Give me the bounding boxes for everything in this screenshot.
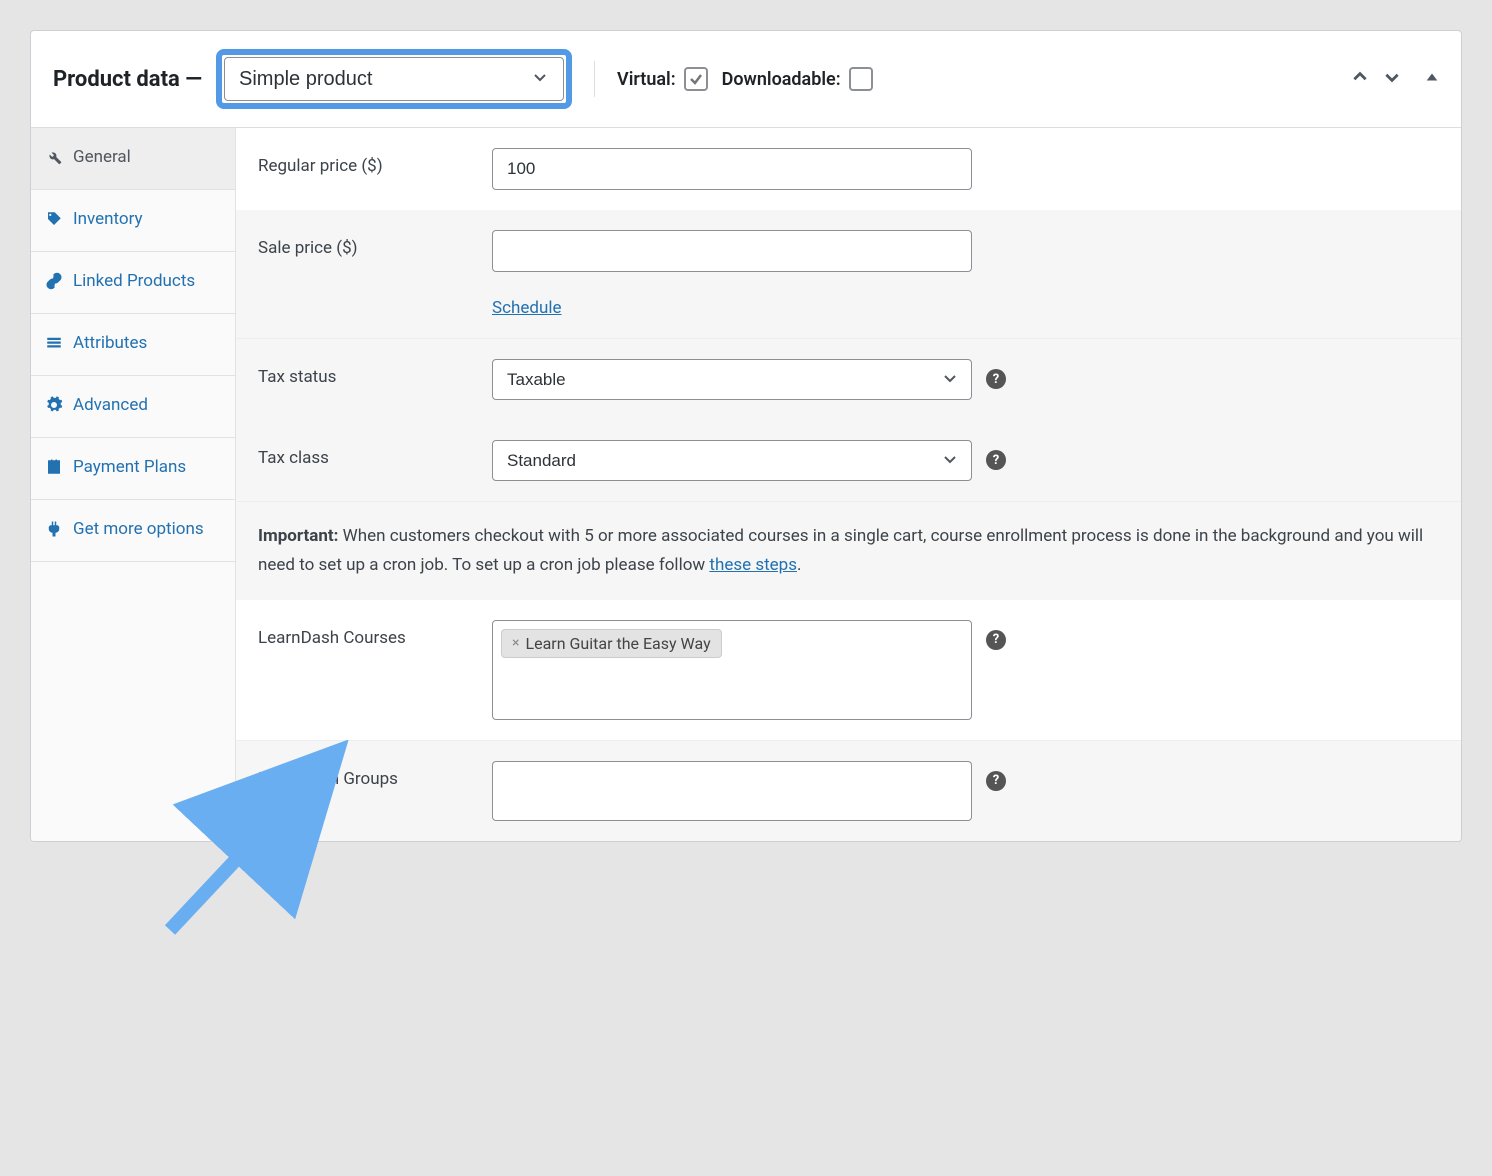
learndash-groups-input[interactable] [492, 761, 972, 821]
tag-icon [45, 210, 63, 233]
help-icon[interactable]: ? [986, 630, 1006, 650]
tax-class-select[interactable]: Standard [492, 440, 972, 481]
tax-class-label: Tax class [258, 440, 468, 468]
row-tax-status: Tax status Taxable ? [236, 338, 1461, 420]
row-tax-class: Tax class Standard ? [236, 420, 1461, 501]
tab-general[interactable]: General [31, 128, 235, 190]
tabs-sidebar: General Inventory Linked Products Attrib… [31, 128, 236, 841]
row-regular-price: Regular price ($) [236, 128, 1461, 210]
virtual-checkbox[interactable] [684, 67, 708, 91]
row-learndash-courses: LearnDash Courses × Learn Guitar the Eas… [236, 600, 1461, 740]
row-learndash-groups: LearnDash Groups ? [236, 740, 1461, 841]
row-sale-price: Sale price ($) Schedule [236, 210, 1461, 338]
help-icon[interactable]: ? [986, 450, 1006, 470]
panel-title: Product data — [53, 67, 202, 92]
tab-payment-plans[interactable]: Payment Plans [31, 438, 235, 500]
learndash-groups-label: LearnDash Groups [258, 761, 468, 789]
notice-text-2: . [797, 555, 801, 575]
schedule-link[interactable]: Schedule [492, 298, 561, 318]
tab-content: Regular price ($) Sale price ($) Schedul… [236, 128, 1461, 841]
notice-link[interactable]: these steps [709, 555, 797, 575]
product-type-select[interactable]: Simple product [224, 57, 564, 101]
move-up-icon[interactable] [1351, 68, 1369, 90]
sale-price-label: Sale price ($) [258, 230, 468, 258]
cron-notice: Important: When customers checkout with … [236, 501, 1461, 600]
tab-label: General [73, 146, 131, 168]
regular-price-label: Regular price ($) [258, 148, 468, 176]
course-tag: × Learn Guitar the Easy Way [501, 629, 722, 658]
tab-advanced[interactable]: Advanced [31, 376, 235, 438]
downloadable-label: Downloadable: [722, 69, 841, 90]
tax-status-select[interactable]: Taxable [492, 359, 972, 400]
tab-linked-products[interactable]: Linked Products [31, 252, 235, 314]
learndash-courses-label: LearnDash Courses [258, 620, 468, 648]
notice-bold: Important: [258, 526, 338, 546]
link-icon [45, 272, 63, 295]
list-icon [45, 334, 63, 357]
tag-label: Learn Guitar the Easy Way [525, 634, 710, 653]
regular-price-input[interactable] [492, 148, 972, 190]
product-type-highlight: Simple product [216, 49, 572, 109]
product-data-panel: Product data — Simple product Virtual: D… [30, 30, 1462, 842]
separator [594, 61, 595, 97]
help-icon[interactable]: ? [986, 771, 1006, 791]
wrench-icon [45, 148, 63, 171]
tab-label: Get more options [73, 518, 204, 540]
panel-handle-actions [1351, 68, 1439, 90]
remove-tag-icon[interactable]: × [512, 635, 519, 651]
panel-body: General Inventory Linked Products Attrib… [31, 128, 1461, 841]
notice-text-1: When customers checkout with 5 or more a… [258, 526, 1423, 575]
virtual-label: Virtual: [617, 69, 676, 90]
sale-price-input[interactable] [492, 230, 972, 272]
tax-status-label: Tax status [258, 359, 468, 387]
learndash-courses-input[interactable]: × Learn Guitar the Easy Way [492, 620, 972, 720]
tab-label: Attributes [73, 332, 147, 354]
downloadable-checkbox[interactable] [849, 67, 873, 91]
plug-icon [45, 520, 63, 543]
tab-label: Payment Plans [73, 456, 186, 478]
tab-attributes[interactable]: Attributes [31, 314, 235, 376]
move-down-icon[interactable] [1383, 68, 1401, 90]
tab-label: Inventory [73, 208, 143, 230]
tab-label: Linked Products [73, 270, 195, 292]
tab-label: Advanced [73, 394, 148, 416]
calendar-icon [45, 458, 63, 481]
tab-inventory[interactable]: Inventory [31, 190, 235, 252]
help-icon[interactable]: ? [986, 369, 1006, 389]
gear-icon [45, 396, 63, 419]
tab-get-more-options[interactable]: Get more options [31, 500, 235, 562]
downloadable-toggle: Downloadable: [722, 67, 873, 91]
virtual-toggle: Virtual: [617, 67, 708, 91]
collapse-icon[interactable] [1425, 70, 1439, 88]
panel-header: Product data — Simple product Virtual: D… [31, 31, 1461, 128]
